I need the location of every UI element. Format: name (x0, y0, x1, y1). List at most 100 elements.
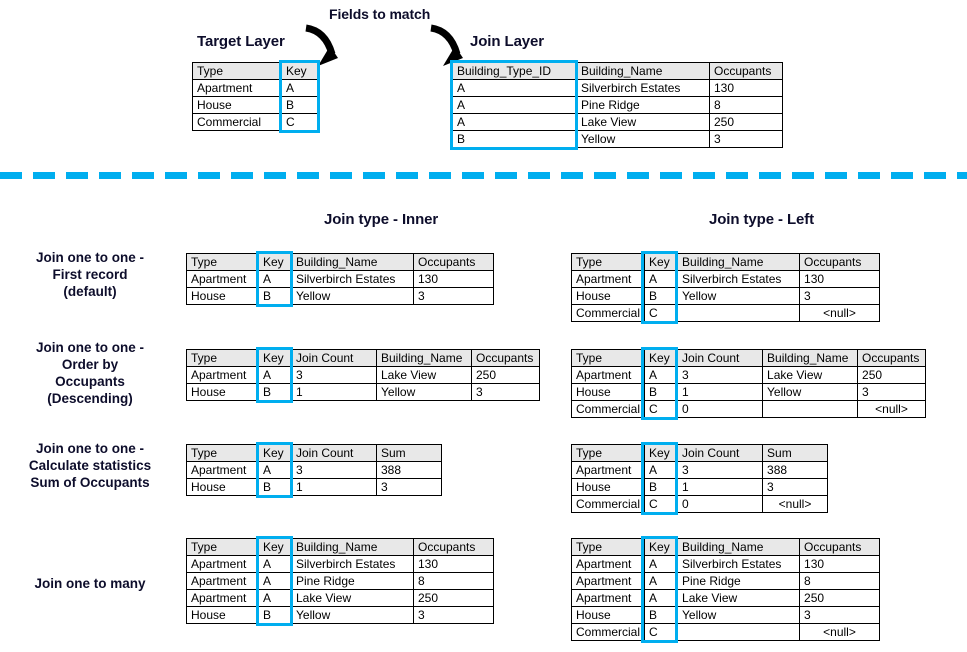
table-cell: A (258, 589, 292, 607)
table-cell: Lake View (291, 589, 414, 607)
column-header: Key (644, 444, 679, 462)
table-cell: B (452, 130, 577, 148)
row4-inner-table-wrap: Type Key Building_Name Occupants Apartment A S… (186, 536, 494, 626)
table-cell: B (281, 96, 319, 114)
column-header: Building_Name (291, 538, 414, 556)
table-cell: A (258, 461, 292, 479)
table-cell: A (452, 113, 577, 131)
column-header: Type (186, 444, 259, 462)
table-cell: Commercial (570, 495, 646, 513)
table-cell: Apartment (570, 555, 646, 573)
table-cell: 130 (799, 270, 881, 288)
table-cell: 3 (291, 366, 377, 384)
table-cell: Silverbirch Estates (576, 79, 710, 97)
table-header-row: Type Key Join Count Building_Name Occupants (570, 349, 927, 367)
table-row: Apartment A 3 Lake View 250 (570, 366, 927, 384)
table-cell: 3 (291, 461, 377, 479)
table-cell: 8 (709, 96, 783, 114)
join-layer-title: Join Layer (470, 33, 545, 50)
table-cell: A (258, 555, 292, 573)
table-cell: <null> (762, 495, 829, 513)
table-cell: Apartment (186, 366, 259, 384)
column-header: Type (186, 538, 259, 556)
table-cell: Commercial (570, 400, 646, 418)
table-cell: C (644, 304, 679, 322)
table-cell: A (258, 572, 292, 590)
row3-left-table: Type Key Join Count Sum Apartment A 3 388 House B… (570, 444, 829, 513)
table-header-row: Type Key Join Count Sum (186, 444, 442, 462)
table-cell: 250 (413, 589, 494, 607)
table-cell: Yellow (576, 130, 710, 148)
table-row: Apartment A Silverbirch Estates 130 (186, 270, 494, 288)
row1-left-table-wrap: Type Key Building_Name Occupants Apartment A S… (570, 251, 881, 324)
row-label-line: (Descending) (47, 391, 133, 406)
column-header: Key (258, 253, 292, 271)
table-row: House B Yellow 3 (570, 287, 881, 305)
table-cell: C (644, 623, 679, 641)
row1-left-table: Type Key Building_Name Occupants Apartment A S… (570, 253, 881, 322)
column-header: Type (186, 253, 259, 271)
table-row: Apartment A Silverbirch Estates 130 (570, 270, 881, 288)
table-cell: 388 (376, 461, 442, 479)
table-row: Commercial C <null> (570, 304, 881, 322)
table-cell: 3 (413, 606, 494, 624)
table-cell: A (644, 572, 679, 590)
table-row: Apartment A Pine Ridge 8 (570, 572, 881, 590)
column-header: Key (258, 444, 292, 462)
table-cell: 0 (677, 495, 764, 513)
table-cell: 388 (762, 461, 829, 479)
column-header: Building_Type_ID (452, 62, 577, 80)
table-cell: A (452, 96, 577, 114)
row3-left-table-wrap: Type Key Join Count Sum Apartment A 3 388 House B… (570, 442, 829, 515)
table-row: Apartment A Silverbirch Estates 130 (186, 555, 494, 573)
table-header-row: Type Key Building_Name Occupants (186, 538, 494, 556)
table-cell: B (644, 383, 679, 401)
row2-left-table: Type Key Join Count Building_Name Occupants A… (570, 349, 927, 418)
table-cell: <null> (857, 400, 927, 418)
column-header: Building_Name (376, 349, 472, 367)
table-cell: 1 (291, 383, 377, 401)
table-row: A Lake View 250 (452, 113, 783, 131)
table-cell: C (644, 495, 679, 513)
row-label-line: Join one to one - (36, 340, 144, 355)
table-cell: Apartment (570, 572, 646, 590)
row2-left-table-wrap: Type Key Join Count Building_Name Occupants A… (570, 347, 927, 420)
table-cell (677, 304, 801, 322)
table-cell: B (644, 606, 679, 624)
table-cell: Apartment (570, 270, 646, 288)
table-cell: Silverbirch Estates (677, 555, 801, 573)
table-row: House B Yellow 3 (570, 606, 881, 624)
row-label-line: Join one to many (34, 576, 146, 591)
column-header: Occupants (799, 253, 881, 271)
column-header: Occupants (413, 538, 494, 556)
table-row: A Silverbirch Estates 130 (452, 79, 783, 97)
target-layer-table: Type Key Apartment A House B Commercial C (192, 62, 319, 131)
table-cell: House (570, 606, 646, 624)
column-header: Key (644, 349, 679, 367)
table-cell: Yellow (677, 287, 801, 305)
table-cell: 1 (677, 478, 764, 496)
table-row: Apartment A Silverbirch Estates 130 (570, 555, 881, 573)
column-header: Occupants (799, 538, 881, 556)
table-cell: A (644, 270, 679, 288)
column-header: Building_Name (677, 538, 801, 556)
section-divider (0, 172, 967, 179)
table-cell: Apartment (570, 366, 646, 384)
column-header: Key (258, 349, 292, 367)
row-label-line: Join one to one - (36, 250, 144, 265)
table-cell: B (258, 383, 292, 401)
row-label-line: Sum of Occupants (30, 475, 150, 490)
table-cell: A (281, 79, 319, 97)
table-cell: A (258, 270, 292, 288)
column-header: Type (570, 444, 646, 462)
table-cell: Lake View (762, 366, 859, 384)
table-row: Commercial C 0 <null> (570, 400, 927, 418)
table-cell: 3 (709, 130, 783, 148)
row-label-line: Occupants (55, 374, 125, 389)
row2-inner-table: Type Key Join Count Building_Name Occupants A… (186, 349, 540, 401)
table-cell: 8 (413, 572, 494, 590)
row1-inner-table-wrap: Type Key Building_Name Occupants Apartment A S… (186, 251, 494, 307)
table-cell: A (644, 555, 679, 573)
target-layer-title: Target Layer (197, 33, 285, 50)
row-label-line: Calculate statistics (28, 458, 152, 473)
